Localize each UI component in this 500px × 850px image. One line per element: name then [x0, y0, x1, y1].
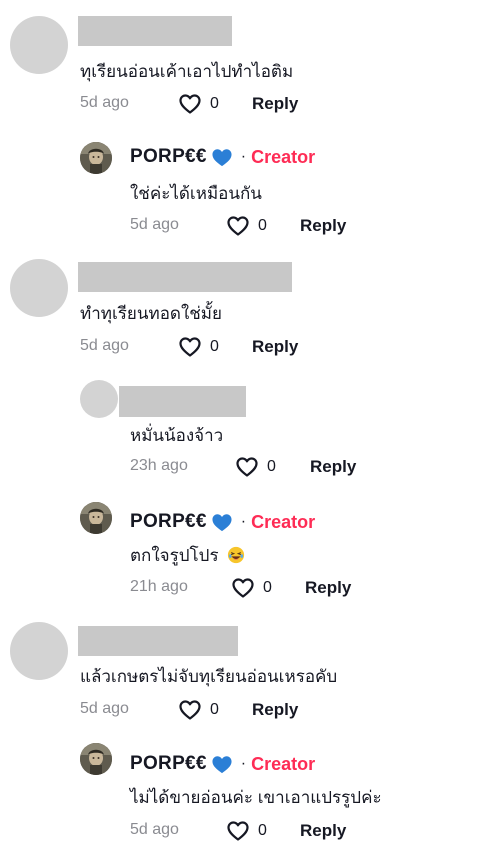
redacted-username [78, 626, 238, 656]
like-button[interactable]: 0 [178, 698, 219, 722]
like-count: 0 [258, 217, 267, 234]
comment-text: หมั่นน้องจ้าว [130, 426, 224, 445]
creator-name[interactable]: PORP€€ [130, 146, 207, 168]
reply-button[interactable]: Reply [252, 94, 298, 114]
comment-age: 23h ago [130, 457, 188, 474]
creator-name[interactable]: PORP€€ [130, 753, 207, 775]
redacted-username [78, 262, 292, 292]
like-button[interactable]: 0 [226, 214, 267, 238]
avatar[interactable] [10, 16, 68, 74]
heart-outline-icon [235, 455, 259, 479]
comment-text: แล้วเกษตรไม่จับทุเรียนอ่อนเหรอคับ [80, 667, 338, 686]
heart-outline-icon [226, 819, 250, 843]
heart-outline-icon [178, 698, 202, 722]
blue-heart-icon [211, 754, 233, 774]
reply-button[interactable]: Reply [300, 821, 346, 841]
comment-age: 21h ago [130, 578, 188, 595]
creator-header: PORP€€ · Creator [130, 753, 315, 775]
creator-badge: Creator [251, 511, 316, 532]
reply-button[interactable]: Reply [300, 216, 346, 236]
like-button[interactable]: 0 [231, 576, 272, 600]
like-count: 0 [258, 822, 267, 839]
like-button[interactable]: 0 [235, 455, 276, 479]
like-count: 0 [267, 458, 276, 475]
creator-avatar[interactable] [80, 743, 112, 775]
creator-badge: Creator [251, 753, 316, 774]
creator-header: PORP€€ · Creator [130, 511, 315, 533]
comment-age: 5d ago [80, 94, 129, 111]
comment-age: 5d ago [130, 821, 179, 838]
comment-text: ตกใจรูปโปร [130, 542, 245, 569]
like-count: 0 [263, 579, 272, 596]
heart-outline-icon [226, 214, 250, 238]
like-button[interactable]: 0 [178, 335, 219, 359]
creator-avatar[interactable] [80, 502, 112, 534]
reply-button[interactable]: Reply [310, 457, 356, 477]
avatar[interactable] [10, 259, 68, 317]
like-button[interactable]: 0 [226, 819, 267, 843]
reply-button[interactable]: Reply [252, 337, 298, 357]
creator-badge: Creator [251, 146, 316, 167]
avatar[interactable] [10, 622, 68, 680]
avatar[interactable] [80, 380, 118, 418]
heart-outline-icon [231, 576, 255, 600]
comment-text: ทุเรียนอ่อนเค้าเอาไปทำไอติม [80, 62, 294, 81]
blue-heart-icon [211, 147, 233, 167]
heart-outline-icon [178, 92, 202, 116]
comment-age: 5d ago [80, 337, 129, 354]
separator-dot: · [240, 755, 247, 772]
reply-button[interactable]: Reply [305, 578, 351, 598]
comment-text: ทำทุเรียนทอดใช่มั้ย [80, 304, 222, 323]
creator-name[interactable]: PORP€€ [130, 511, 207, 533]
separator-dot: · [240, 148, 247, 165]
redacted-username [119, 386, 246, 417]
separator-dot: · [240, 513, 247, 530]
comment-text: ไม่ได้ขายอ่อนค่ะ เขาเอาแปรรูปค่ะ [130, 788, 382, 807]
like-count: 0 [210, 701, 219, 718]
creator-avatar[interactable] [80, 142, 112, 174]
like-count: 0 [210, 338, 219, 355]
comment-age: 5d ago [130, 216, 179, 233]
comment-age: 5d ago [80, 700, 129, 717]
like-count: 0 [210, 95, 219, 112]
redacted-username [78, 16, 232, 46]
reply-button[interactable]: Reply [252, 700, 298, 720]
blue-heart-icon [211, 512, 233, 532]
comment-text-body: ตกใจรูปโปร [130, 546, 219, 565]
heart-outline-icon [178, 335, 202, 359]
like-button[interactable]: 0 [178, 92, 219, 116]
creator-header: PORP€€ · Creator [130, 146, 315, 168]
laughing-face-emoji [228, 546, 245, 564]
comment-text: ใช่ค่ะได้เหมือนกัน [130, 184, 262, 203]
